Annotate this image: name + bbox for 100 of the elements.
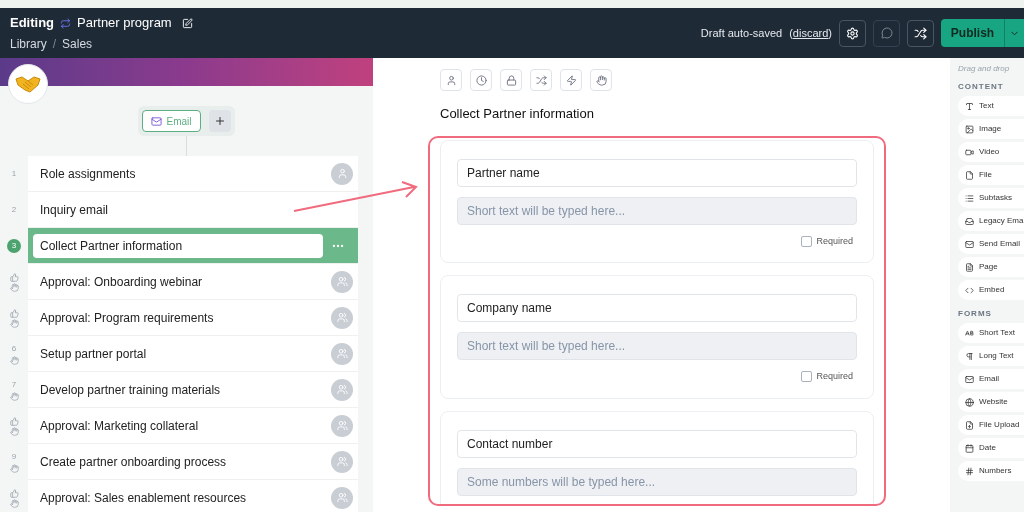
inbox-icon [965,216,974,226]
comment-button[interactable] [873,19,900,47]
people-icon [336,384,348,395]
palette-item[interactable]: Website [958,392,1024,412]
workflow-title: Partner program [77,14,172,33]
palette-item[interactable]: Embed [958,280,1024,300]
file-upload-icon [965,420,974,430]
field-label-input[interactable]: Contact number [457,429,857,458]
answer-field[interactable]: Short text will be typed here... [457,332,857,360]
palette-item[interactable]: File Upload [958,415,1024,435]
list-icon [965,193,974,203]
person-icon [445,74,457,86]
step-number: 6 [11,343,17,355]
step-row[interactable]: Setup partner portal [28,336,358,372]
step-row[interactable]: Develop partner training materials [28,372,358,408]
required-checkbox[interactable] [801,235,813,247]
palette-item[interactable]: Image [958,119,1024,139]
edit-icon[interactable] [181,17,193,29]
field-label-input[interactable]: Company name [457,294,857,322]
bracket: ( [789,25,793,41]
step-label: Develop partner training materials [39,381,222,399]
required-checkbox[interactable] [801,371,813,383]
letter-icon [965,328,974,338]
lightning-icon [565,74,577,86]
hash-icon [965,466,974,476]
answer-field[interactable]: Short text will be typed here... [457,196,857,225]
step-title: Collect Partner information [440,105,595,123]
file-icon [965,170,974,180]
clock-icon [475,74,487,86]
required-label: Required [816,234,853,248]
lightning-button[interactable] [560,69,582,91]
step-row[interactable]: Role assignments [28,156,358,192]
required-label: Required [816,370,853,383]
palette-item[interactable]: Video [958,142,1024,162]
settings-button[interactable] [839,19,866,47]
mode-label: Editing [10,14,55,33]
palette-item[interactable]: Legacy Ema [958,211,1024,231]
palette-item[interactable]: Short Text [958,323,1024,343]
publish-button[interactable]: Publish [941,19,1004,47]
palette-item[interactable]: Date [958,438,1024,458]
add-trigger-button[interactable] [208,110,231,132]
step-number: 2 [11,204,17,216]
step-label: Role assignments [39,165,137,183]
palette-heading: FORMS [958,308,993,320]
answer-field[interactable]: Some numbers will be typed here... [457,467,857,496]
hand-icon [595,74,607,86]
step-label: Approval: Marketing collateral [39,417,200,435]
handshake-icon [15,75,41,93]
person-icon [336,168,348,179]
people-icon [336,492,348,503]
breadcrumb-link[interactable]: Sales [62,34,93,53]
step-row[interactable]: Collect Partner information [28,228,358,264]
step-name-field[interactable]: Collect Partner information [33,233,323,258]
breadcrumb-link[interactable]: Library [10,34,47,53]
clock-button[interactable] [470,69,492,91]
image-icon [965,124,974,134]
field-label-input[interactable]: Partner name [457,158,857,187]
step-number: 3 [7,239,21,253]
palette-item[interactable]: Email [958,369,1024,389]
step-row[interactable]: Approval: Marketing collateral [28,408,358,444]
hand-button[interactable] [590,69,612,91]
palette-item[interactable]: Send Email [958,234,1024,254]
people-icon [336,312,348,323]
plus-icon [213,115,226,127]
people-icon [336,276,348,287]
document-icon [965,262,974,272]
step-label: Approval: Sales enablement resources [39,489,248,507]
publish-menu-button[interactable] [1004,19,1024,47]
step-number: 1 [11,168,17,180]
person-button[interactable] [440,69,462,91]
shuffle-icon [914,26,927,40]
step-row[interactable]: Approval: Onboarding webinar [28,264,358,300]
envelope-icon [965,374,974,384]
step-row[interactable]: Inquiry email [28,192,358,228]
people-icon [336,420,348,431]
palette-item[interactable]: Subtasks [958,188,1024,208]
workflow-icon [60,17,72,29]
palette-item[interactable]: Long Text [958,346,1024,366]
step-row[interactable]: Approval: Sales enablement resources [28,480,358,512]
palette-item[interactable]: Numbers [958,461,1024,481]
step-label: Create partner onboarding process [39,453,228,471]
shuffle-button[interactable] [907,19,934,47]
step-label: Approval: Onboarding webinar [39,273,204,291]
people-icon [336,456,348,467]
paragraph-icon [965,351,974,361]
text-icon [965,101,974,111]
palette-item[interactable]: Text [958,96,1024,116]
palette-item[interactable]: File [958,165,1024,185]
globe-icon [965,397,974,407]
step-row[interactable]: Approval: Program requirements [28,300,358,336]
save-status: Draft auto-saved [700,25,783,41]
step-row[interactable]: Create partner onboarding process [28,444,358,480]
lock-icon [505,74,517,86]
step-label: Inquiry email [39,201,110,219]
lock-button[interactable] [500,69,522,91]
video-camera-icon [965,147,974,157]
palette-item[interactable]: Page [958,257,1024,277]
settings-icon [846,26,859,40]
code-icon [965,285,974,295]
breadcrumb-separator: / [52,35,57,53]
